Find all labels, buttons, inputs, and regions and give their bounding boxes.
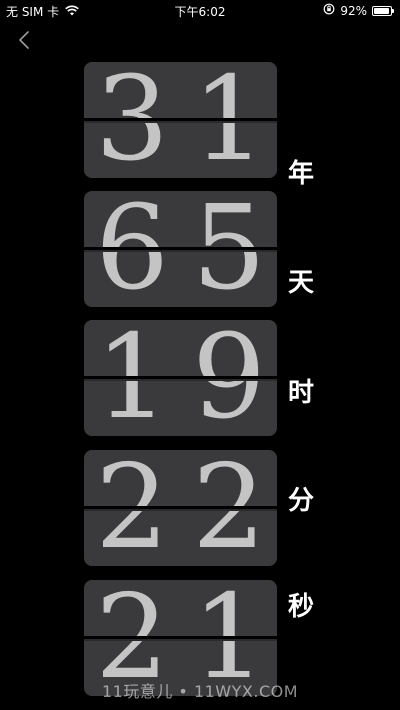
days-tile: 6 5	[84, 191, 277, 307]
battery-icon	[372, 5, 394, 16]
tile-divider-shade	[84, 121, 277, 123]
days-group: 6 5	[84, 191, 277, 307]
unit-days: 天	[288, 268, 315, 298]
unit-hours: 时	[288, 378, 315, 408]
battery-percent: 92%	[340, 3, 367, 18]
minutes-tile: 2 2	[84, 450, 277, 566]
minutes-group: 2 2	[84, 450, 277, 566]
years-tile: 3 1	[84, 62, 277, 178]
hours-tile: 1 9	[84, 320, 277, 436]
back-chevron-icon	[19, 31, 29, 49]
back-button[interactable]	[12, 28, 36, 52]
tile-divider-shade	[84, 509, 277, 511]
unit-minutes: 分	[288, 486, 315, 516]
status-bar: 无 SIM 卡 下午6:02 92%	[0, 0, 400, 20]
years-group: 3 1	[84, 62, 277, 178]
unit-seconds: 秒	[288, 592, 315, 622]
hours-group: 1 9	[84, 320, 277, 436]
unit-years: 年	[288, 159, 315, 189]
tile-divider-shade	[84, 639, 277, 641]
watermark: 11玩意儿 • 11WYX.COM	[101, 682, 299, 701]
battery-level	[374, 7, 389, 14]
tile-divider-shade	[84, 250, 277, 252]
status-right: 92%	[323, 3, 394, 18]
orientation-lock-icon	[323, 3, 335, 18]
tile-divider-shade	[84, 379, 277, 381]
